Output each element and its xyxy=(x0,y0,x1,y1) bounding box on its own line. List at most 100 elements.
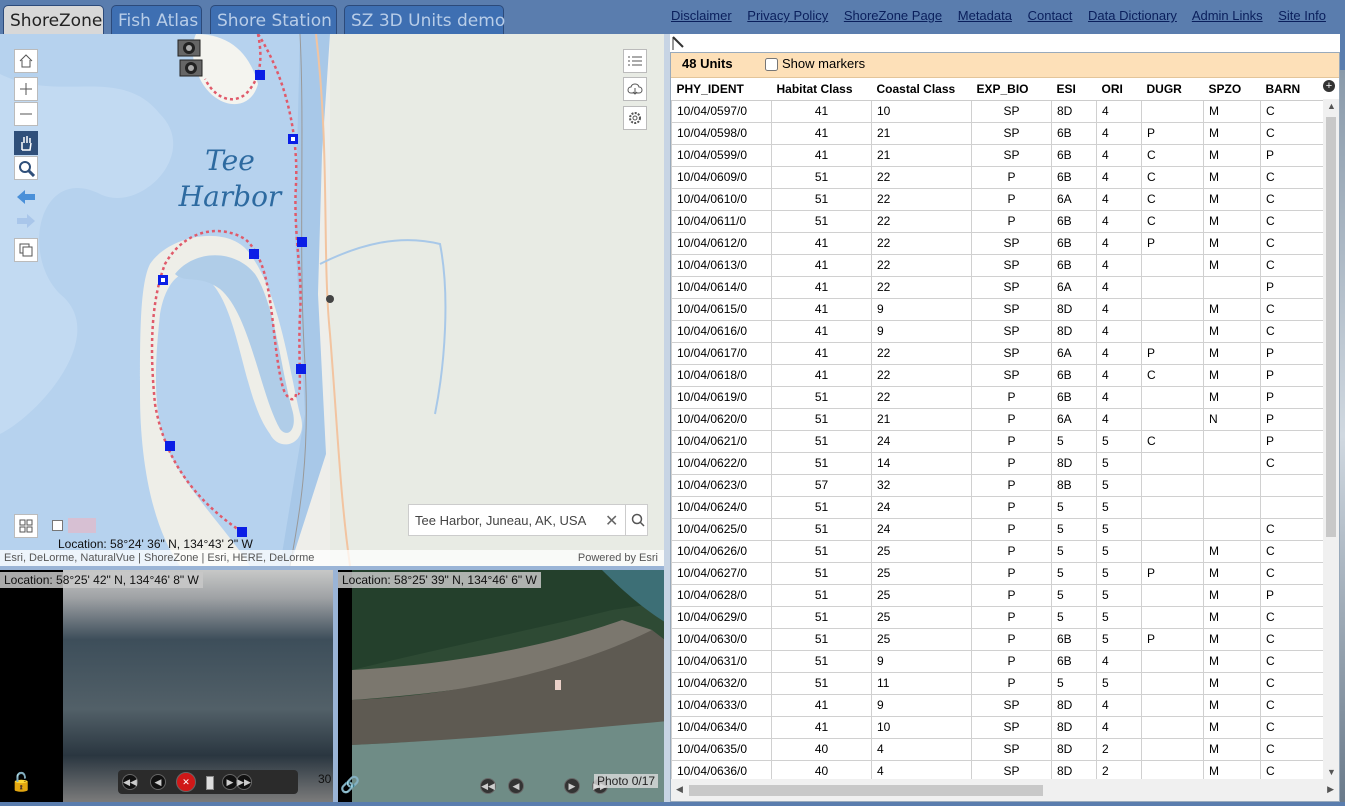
table-row[interactable]: 10/04/0599/0 41 21 SP 6B 4 C M P xyxy=(671,143,1323,167)
settings-gear-icon[interactable] xyxy=(623,106,647,130)
link-admin-links[interactable]: Admin Links xyxy=(1192,8,1263,23)
link-disclaimer[interactable]: Disclaimer xyxy=(671,8,732,23)
link-site-info[interactable]: Site Info xyxy=(1278,8,1326,23)
link-privacy-policy[interactable]: Privacy Policy xyxy=(747,8,828,23)
lock-icon[interactable]: 🔓 xyxy=(10,772,32,793)
table-row[interactable]: 10/04/0598/0 41 21 SP 6B 4 P M C xyxy=(671,121,1323,145)
column-header[interactable]: ORI xyxy=(1096,78,1142,101)
vertical-scrollbar[interactable]: ▲ ▼ xyxy=(1323,99,1339,779)
tab-shorezone[interactable]: ShoreZone xyxy=(3,5,104,34)
tab-sz-3d-units-demo[interactable]: SZ 3D Units demo xyxy=(344,5,505,34)
table-row[interactable]: 10/04/0618/0 41 22 SP 6B 4 C M P xyxy=(671,363,1323,387)
column-header[interactable]: BARN xyxy=(1260,78,1323,101)
clear-search-icon[interactable]: ✕ xyxy=(605,511,618,531)
table-row[interactable]: 10/04/0622/0 51 14 P 8D 5 C xyxy=(671,451,1323,475)
location-search: ✕ xyxy=(408,504,648,536)
zoom-out-icon[interactable] xyxy=(14,102,38,126)
table-cell: C xyxy=(1260,231,1323,255)
table-row[interactable]: 10/04/0635/0 40 4 SP 8D 2 M C xyxy=(671,737,1323,761)
table-cell: 10/04/0636/0 xyxy=(671,759,772,780)
table-cell: 4 xyxy=(1096,187,1142,211)
powered-by-esri[interactable]: Powered by Esri xyxy=(578,550,658,566)
link-chain-icon[interactable]: 🔗 xyxy=(340,775,360,795)
table-cell: 6B xyxy=(1051,165,1097,189)
horizontal-scroll-thumb[interactable] xyxy=(689,785,1043,796)
column-header[interactable]: EXP_BIO xyxy=(971,78,1052,101)
table-row[interactable]: 10/04/0625/0 51 24 P 5 5 C xyxy=(671,517,1323,541)
table-row[interactable]: 10/04/0627/0 51 25 P 5 5 P M C xyxy=(671,561,1323,585)
link-metadata[interactable]: Metadata xyxy=(958,8,1012,23)
tab-fish-atlas[interactable]: Fish Atlas xyxy=(111,5,202,34)
table-cell: C xyxy=(1141,187,1204,211)
pan-hand-icon[interactable] xyxy=(14,131,38,155)
map-view[interactable]: Tee Harbor Tee Harbor, Juneau, AK, USA ✕… xyxy=(0,34,664,566)
step-back-icon[interactable]: ◀ xyxy=(150,774,166,790)
table-row[interactable]: 10/04/0612/0 41 22 SP 6B 4 P M C xyxy=(671,231,1323,255)
table-row[interactable]: 10/04/0621/0 51 24 P 5 5 C P xyxy=(671,429,1323,453)
overlay-checkbox[interactable] xyxy=(52,520,63,531)
column-header[interactable]: SPZO xyxy=(1203,78,1261,101)
table-row[interactable]: 10/04/0609/0 51 22 P 6B 4 C M C xyxy=(671,165,1323,189)
table-row[interactable]: 10/04/0624/0 51 24 P 5 5 xyxy=(671,495,1323,519)
table-row[interactable]: 10/04/0636/0 40 4 SP 8D 2 M C xyxy=(671,759,1323,780)
table-row[interactable]: 10/04/0629/0 51 25 P 5 5 M C xyxy=(671,605,1323,629)
table-row[interactable]: 10/04/0619/0 51 22 P 6B 4 M P xyxy=(671,385,1323,409)
table-row[interactable]: 10/04/0616/0 41 9 SP 8D 4 M C xyxy=(671,319,1323,343)
column-header[interactable]: DUGR xyxy=(1141,78,1204,101)
table-row[interactable]: 10/04/0632/0 51 11 P 5 5 M C xyxy=(671,671,1323,695)
basemap-gallery-icon[interactable] xyxy=(14,514,38,538)
column-header[interactable]: Coastal Class xyxy=(871,78,972,101)
table-row[interactable]: 10/04/0626/0 51 25 P 5 5 M C xyxy=(671,539,1323,563)
link-contact[interactable]: Contact xyxy=(1028,8,1073,23)
tab-shore-station[interactable]: Shore Station xyxy=(210,5,337,34)
search-icon[interactable] xyxy=(625,505,649,535)
column-header[interactable]: PHY_IDENT xyxy=(671,78,772,101)
show-markers-checkbox[interactable] xyxy=(765,58,778,72)
zoom-in-icon[interactable] xyxy=(14,77,38,101)
collapse-arrow-icon[interactable] xyxy=(672,36,686,52)
horizontal-scrollbar[interactable]: ◀ ▶ xyxy=(671,779,1339,801)
photo-first-icon[interactable]: ◀◀ xyxy=(480,778,496,794)
rewind-icon[interactable]: ◀◀ xyxy=(122,774,138,790)
home-icon[interactable] xyxy=(14,49,38,73)
table-cell: 5 xyxy=(1096,605,1142,629)
link-data-dictionary[interactable]: Data Dictionary xyxy=(1088,8,1177,23)
vertical-scroll-thumb[interactable] xyxy=(1326,117,1336,537)
table-row[interactable]: 10/04/0613/0 41 22 SP 6B 4 M C xyxy=(671,253,1323,277)
link-shorezone-page[interactable]: ShoreZone Page xyxy=(844,8,942,23)
add-column-icon[interactable]: + xyxy=(1323,80,1335,92)
column-header[interactable]: Habitat Class xyxy=(771,78,872,101)
download-cloud-icon[interactable] xyxy=(623,77,647,101)
table-cell: P xyxy=(971,451,1052,475)
legend-list-icon[interactable] xyxy=(623,49,647,73)
fast-forward-icon[interactable]: ▶▶ xyxy=(236,774,252,790)
playback-slider-handle[interactable] xyxy=(206,776,214,790)
photo-previous-icon[interactable]: ◀ xyxy=(508,778,524,794)
table-row[interactable]: 10/04/0617/0 41 22 SP 6A 4 P M P xyxy=(671,341,1323,365)
table-cell: 10/04/0618/0 xyxy=(671,363,772,387)
stop-icon[interactable]: ✕ xyxy=(176,772,196,792)
next-extent-icon[interactable] xyxy=(14,209,38,233)
table-row[interactable]: 10/04/0631/0 51 9 P 6B 4 M C xyxy=(671,649,1323,673)
table-cell: C xyxy=(1260,627,1323,651)
table-row[interactable]: 10/04/0628/0 51 25 P 5 5 M P xyxy=(671,583,1323,607)
table-cell: C xyxy=(1141,429,1204,453)
zoom-box-icon[interactable] xyxy=(14,156,38,180)
table-cell: 4 xyxy=(1096,297,1142,321)
table-row[interactable]: 10/04/0620/0 51 21 P 6A 4 N P xyxy=(671,407,1323,431)
table-row[interactable]: 10/04/0614/0 41 22 SP 6A 4 P xyxy=(671,275,1323,299)
table-row[interactable]: 10/04/0630/0 51 25 P 6B 5 P M C xyxy=(671,627,1323,651)
photo-next-icon[interactable]: ▶ xyxy=(564,778,580,794)
previous-extent-icon[interactable] xyxy=(14,185,38,209)
table-row[interactable]: 10/04/0597/0 41 10 SP 8D 4 M C xyxy=(671,99,1323,123)
table-row[interactable]: 10/04/0611/0 51 22 P 6B 4 C M C xyxy=(671,209,1323,233)
location-search-input[interactable] xyxy=(415,512,593,528)
layers-list-icon[interactable] xyxy=(14,238,38,262)
column-header[interactable]: ESI xyxy=(1051,78,1097,101)
table-row[interactable]: 10/04/0634/0 41 10 SP 8D 4 M C xyxy=(671,715,1323,739)
table-row[interactable]: 10/04/0610/0 51 22 P 6A 4 C M C xyxy=(671,187,1323,211)
table-row[interactable]: 10/04/0623/0 57 32 P 8B 5 xyxy=(671,473,1323,497)
show-markers-toggle[interactable]: Show markers xyxy=(765,53,865,75)
table-row[interactable]: 10/04/0615/0 41 9 SP 8D 4 M C xyxy=(671,297,1323,321)
table-row[interactable]: 10/04/0633/0 41 9 SP 8D 4 M C xyxy=(671,693,1323,717)
